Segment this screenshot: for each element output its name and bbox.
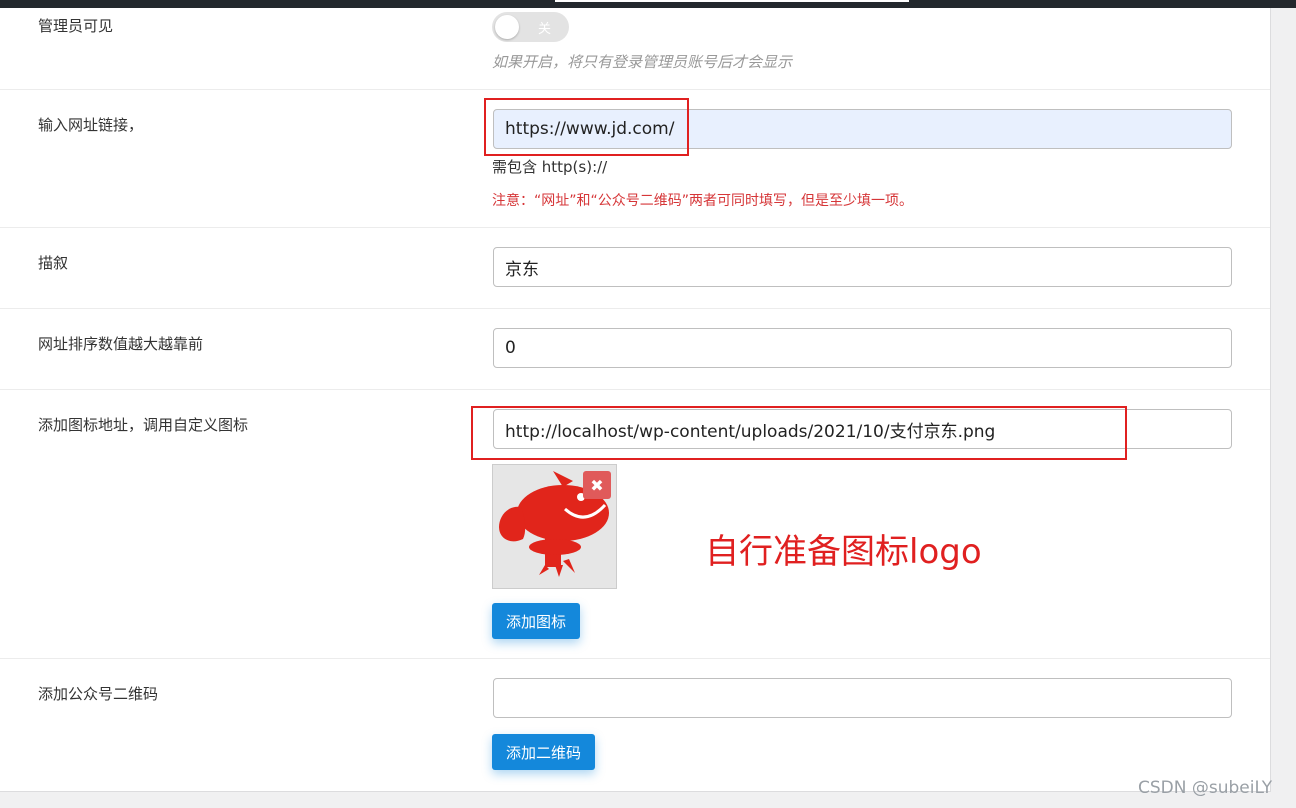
row-description: 描叙 京东 [0, 228, 1270, 309]
url-link-label: 输入网址链接， [38, 116, 144, 134]
row-url-link: 输入网址链接， https://www.jd.com/ 需包含 http(s):… [0, 90, 1270, 228]
top-tab-indicator [555, 0, 909, 2]
annotation-text: 自行准备图标logo [705, 532, 982, 572]
sort-order-input[interactable]: 0 [493, 328, 1232, 368]
qrcode-label: 添加公众号二维码 [38, 685, 159, 703]
qrcode-input[interactable] [493, 678, 1232, 718]
description-label: 描叙 [38, 254, 69, 272]
toggle-knob [495, 15, 519, 39]
remove-icon-button[interactable]: ✖ [583, 471, 611, 499]
admin-visible-hint: 如果开启，将只有登录管理员账号后才会显示 [492, 53, 793, 71]
sort-order-label: 网址排序数值越大越靠前 [38, 335, 204, 353]
url-warning: 注意：“网址”和“公众号二维码”两者可同时填写，但是至少填一项。 [492, 193, 914, 209]
url-format-note: 需包含 http(s):// [492, 158, 608, 176]
settings-panel: 管理员可见 关 如果开启，将只有登录管理员账号后才会显示 输入网址链接， htt… [0, 8, 1271, 792]
toggle-state-text: 关 [538, 22, 552, 37]
row-sort-order: 网址排序数值越大越靠前 0 [0, 309, 1270, 390]
top-bar [0, 0, 1296, 8]
description-input[interactable]: 京东 [493, 247, 1232, 287]
admin-visible-toggle[interactable]: 关 [492, 12, 569, 42]
add-qrcode-button[interactable]: 添加二维码 [492, 734, 596, 770]
add-icon-button[interactable]: 添加图标 [492, 603, 581, 639]
admin-visible-label: 管理员可见 [38, 17, 114, 35]
icon-preview: ✖ [492, 464, 617, 589]
highlight-box-icon-url [471, 406, 1127, 460]
row-admin-visible: 管理员可见 关 如果开启，将只有登录管理员账号后才会显示 [0, 8, 1270, 90]
icon-url-label: 添加图标地址，调用自定义图标 [38, 416, 249, 434]
watermark: CSDN @subeiLY [1138, 778, 1273, 798]
row-icon-url: 添加图标地址，调用自定义图标 http://localhost/wp-conte… [0, 390, 1270, 659]
highlight-box-url [484, 98, 689, 156]
row-qrcode: 添加公众号二维码 [0, 659, 1270, 791]
